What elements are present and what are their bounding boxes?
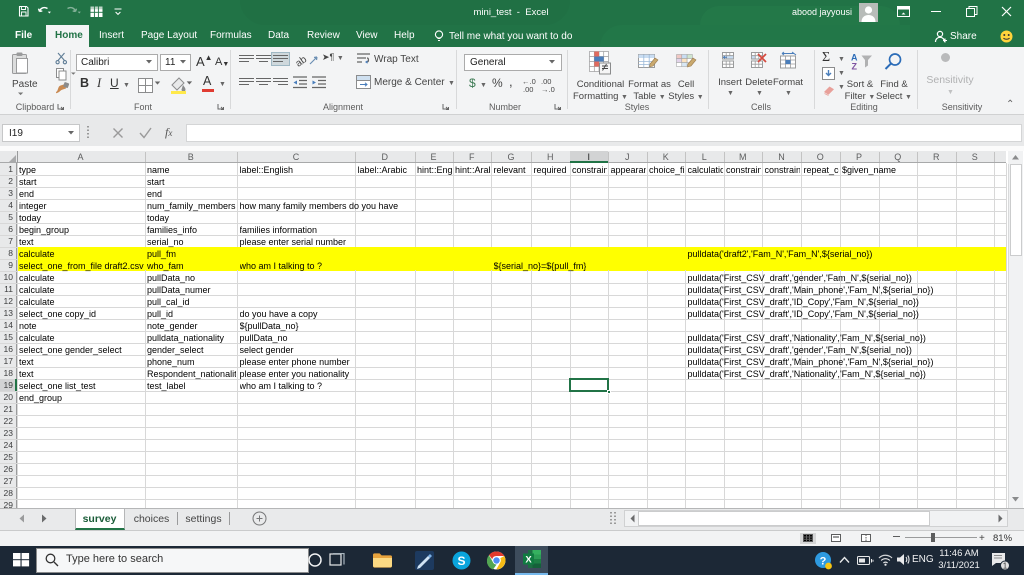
- svg-text:Paste: Paste: [12, 79, 38, 90]
- svg-text:1: 1: [1003, 562, 1008, 571]
- svg-text:X: X: [525, 555, 532, 566]
- svg-text:Z: Z: [852, 62, 858, 72]
- svg-text:.00: .00: [523, 85, 533, 94]
- svg-text:ab: ab: [296, 54, 309, 68]
- svg-text:→.0: →.0: [541, 85, 555, 94]
- svg-text:S: S: [457, 554, 465, 568]
